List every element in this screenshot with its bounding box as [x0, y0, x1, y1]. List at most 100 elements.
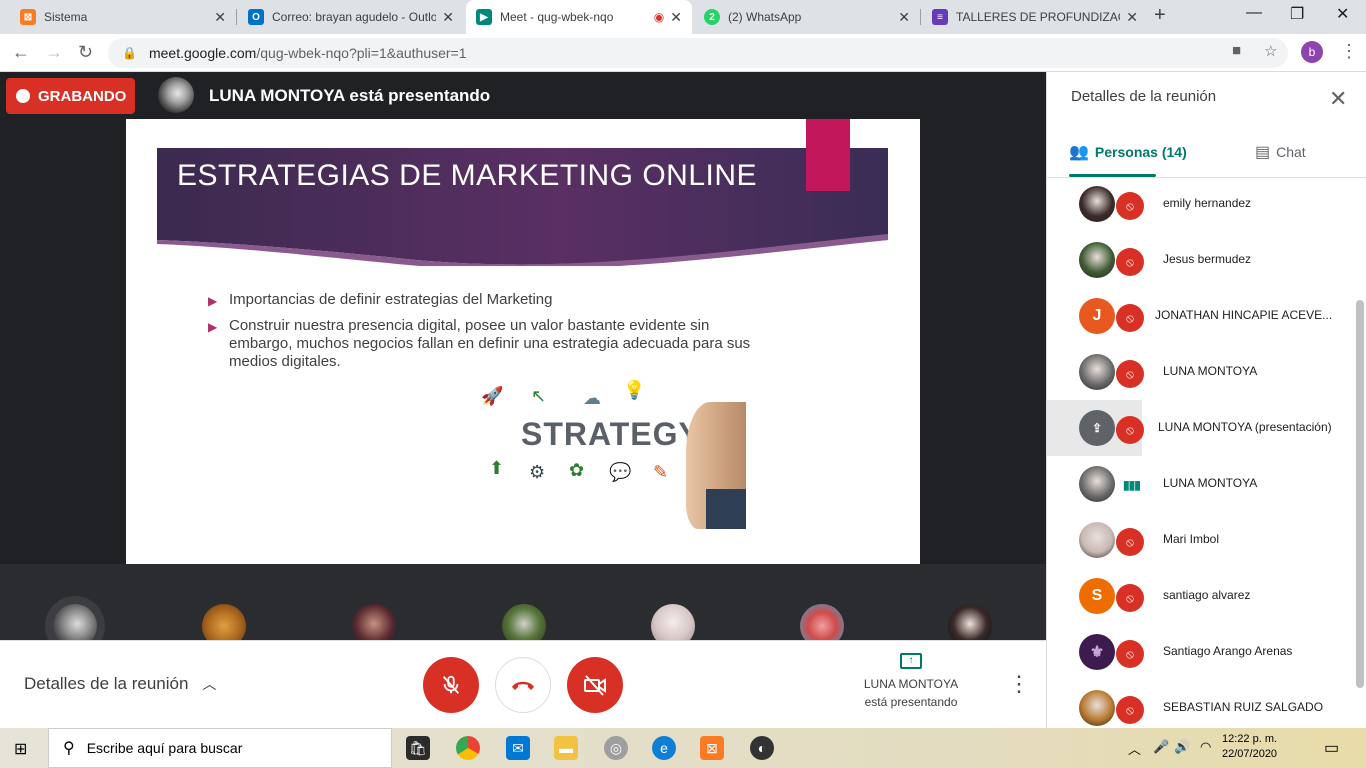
pokeball-app-icon[interactable]: ◐	[750, 736, 774, 760]
close-tab-icon[interactable]: ✕	[670, 9, 682, 26]
presenter-avatar	[158, 77, 194, 113]
taskbar-clock[interactable]: 12:22 p. m. 22/07/2020	[1222, 732, 1277, 762]
wifi-icon[interactable]: ◠	[1200, 739, 1211, 755]
leave-call-button[interactable]	[495, 657, 551, 713]
close-tab-icon[interactable]: ✕	[214, 9, 226, 26]
browser-menu-icon[interactable]: ⋮	[1340, 41, 1358, 62]
participant-row[interactable]: ⚜ ⦸ Santiago Arango Arenas	[1047, 624, 1357, 680]
camera-permission-icon[interactable]: ■	[1232, 42, 1241, 59]
participant-row[interactable]: J ⦸ JONATHAN HINCAPIE ACEVE...	[1047, 288, 1357, 344]
presenting-banner: LUNA MONTOYA está presentando	[209, 86, 491, 105]
file-explorer-icon[interactable]: ▬	[554, 736, 578, 760]
microphone-toggle-button[interactable]	[423, 657, 479, 713]
present-screen-icon: ↑	[900, 653, 922, 669]
participant-row[interactable]: ⦸ Jesus bermudez	[1047, 232, 1357, 288]
presentation-avatar-icon: ⇪	[1079, 410, 1115, 446]
tab-chat[interactable]: ▤ Chat	[1255, 142, 1306, 162]
url-input[interactable]: 🔒 meet.google.com/qug-wbek-nqo?pli=1&aut…	[108, 38, 1288, 68]
muted-mic-icon[interactable]: ⦸	[1116, 584, 1144, 612]
meeting-details-label: Detalles de la reunión	[24, 674, 189, 693]
muted-mic-icon[interactable]: ⦸	[1116, 304, 1144, 332]
windows-start-icon[interactable]: ⊞	[14, 739, 27, 759]
muted-mic-icon[interactable]: ⦸	[1116, 528, 1144, 556]
minimize-icon[interactable]: —	[1246, 4, 1262, 22]
cloud-icon: ☁	[583, 388, 601, 408]
profile-avatar[interactable]: b	[1301, 41, 1323, 63]
participant-row[interactable]: ⦸ emily hernandez	[1047, 178, 1357, 232]
participant-row[interactable]: S ⦸ santiago alvarez	[1047, 568, 1357, 624]
tab-people[interactable]: 👥 Personas (14)	[1069, 142, 1187, 162]
close-panel-icon[interactable]: ✕	[1329, 86, 1347, 112]
tab-title: (2) WhatsApp	[728, 10, 802, 24]
volume-icon[interactable]: 🔊	[1174, 739, 1190, 755]
meet-icon: ▶	[476, 9, 492, 25]
clock-time: 12:22 p. m.	[1222, 733, 1278, 745]
slide-bullet: ▶ Construir nuestra presencia digital, po…	[208, 317, 768, 371]
reload-icon[interactable]: ↻	[78, 42, 93, 63]
muted-mic-icon[interactable]: ⦸	[1116, 248, 1144, 276]
xampp-taskbar-icon[interactable]: ⊠	[700, 736, 724, 760]
window-close-icon[interactable]: ✕	[1336, 4, 1349, 24]
browser-tab-outlook[interactable]: O Correo: brayan agudelo - Outlo ✕	[238, 0, 464, 34]
presenting-status: está presentando	[864, 695, 958, 709]
people-icon: 👥	[1069, 144, 1089, 161]
slide-title: ESTRATEGIAS DE MARKETING ONLINE	[177, 159, 758, 192]
camera-toggle-button[interactable]	[567, 657, 623, 713]
panel-title: Detalles de la reunión	[1071, 88, 1217, 105]
strategy-image: 🚀 ↖ ☁ 💡 ⬆ ⚙ ✿ 💬 ✎ STRATEGY	[459, 372, 746, 529]
meeting-details-panel: Detalles de la reunión ✕ 👥 Personas (14)…	[1046, 72, 1366, 728]
browser-tab-meet[interactable]: ▶ Meet - qug-wbek-nqo ◉ ✕	[466, 0, 692, 34]
participant-name: emily hernandez	[1163, 196, 1252, 210]
close-tab-icon[interactable]: ✕	[442, 9, 454, 26]
participant-row[interactable]: ⦸ SEBASTIAN RUIZ SALGADO	[1047, 680, 1357, 728]
bullet-text: Construir nuestra presencia digital, pos…	[229, 317, 751, 370]
people-list-scrollbar[interactable]	[1356, 300, 1364, 688]
mic-off-icon	[442, 675, 460, 694]
participant-name: Jesus bermudez	[1163, 252, 1252, 266]
muted-mic-icon[interactable]: ⦸	[1116, 640, 1144, 668]
tray-overflow-icon[interactable]: ︿	[1128, 739, 1141, 758]
participant-row[interactable]: ⇪ ⦸ LUNA MONTOYA (presentación)	[1047, 400, 1332, 456]
close-tab-icon[interactable]: ✕	[898, 9, 910, 26]
notifications-icon[interactable]: ▭	[1324, 738, 1339, 758]
participant-filmstrip	[0, 564, 1046, 648]
participant-avatar	[1079, 354, 1115, 390]
browser-tab-forms[interactable]: ≡ TALLERES DE PROFUNDIZACIÓ ✕	[922, 0, 1148, 34]
lightbulb-icon: 💡	[623, 380, 646, 400]
forward-icon[interactable]: →	[45, 42, 63, 63]
meeting-details-button[interactable]: Detalles de la reunión ︿	[24, 674, 216, 694]
mail-icon[interactable]: ✉	[506, 736, 530, 760]
new-tab-icon[interactable]: +	[1154, 4, 1166, 27]
browser-tab-sistema[interactable]: ⊠ Sistema ✕	[10, 0, 236, 34]
muted-mic-icon[interactable]: ⦸	[1116, 696, 1144, 724]
browser-tab-whatsapp[interactable]: 2 (2) WhatsApp ✕	[694, 0, 920, 34]
present-now-button[interactable]: ↑ LUNA MONTOYA está presentando	[850, 653, 972, 711]
edge-icon[interactable]: e	[652, 736, 676, 760]
tab-chat-label: Chat	[1276, 144, 1306, 160]
pencil-icon: ✎	[653, 462, 669, 482]
tab-title: Meet - qug-wbek-nqo	[500, 10, 614, 24]
rocket-icon: 🚀	[481, 386, 504, 406]
record-dot-icon	[16, 89, 30, 103]
taskbar-search-input[interactable]: ⚲ Escribe aquí para buscar	[48, 728, 392, 768]
tray-mic-icon[interactable]: 🎤	[1153, 739, 1169, 755]
restore-icon[interactable]: ❐	[1290, 4, 1304, 24]
media-app-icon[interactable]: ◎	[604, 736, 628, 760]
search-icon: ⚲	[63, 740, 75, 757]
muted-mic-icon[interactable]: ⦸	[1116, 192, 1144, 220]
muted-mic-icon[interactable]: ⦸	[1116, 360, 1144, 388]
url-path: /qug-wbek-nqo?pli=1&authuser=1	[256, 45, 467, 61]
back-icon[interactable]: ←	[12, 42, 30, 63]
more-options-icon[interactable]: ⋮	[1008, 671, 1030, 697]
participant-row[interactable]: ▮▮▮ LUNA MONTOYA	[1047, 456, 1357, 512]
chrome-icon[interactable]	[456, 736, 480, 760]
close-tab-icon[interactable]: ✕	[1126, 9, 1138, 26]
participant-row[interactable]: ⦸ LUNA MONTOYA	[1047, 344, 1357, 400]
muted-mic-icon[interactable]: ⦸	[1116, 416, 1144, 444]
participant-row[interactable]: ⦸ Mari Imbol	[1047, 512, 1357, 568]
participant-name: JONATHAN HINCAPIE ACEVE...	[1155, 308, 1333, 322]
arrows-icon: ↖	[531, 386, 547, 406]
browser-tab-strip: ⊠ Sistema ✕ O Correo: brayan agudelo - O…	[0, 0, 1366, 34]
bookmark-star-icon[interactable]: ☆	[1264, 42, 1277, 60]
store-icon[interactable]: 🛍	[406, 736, 430, 760]
